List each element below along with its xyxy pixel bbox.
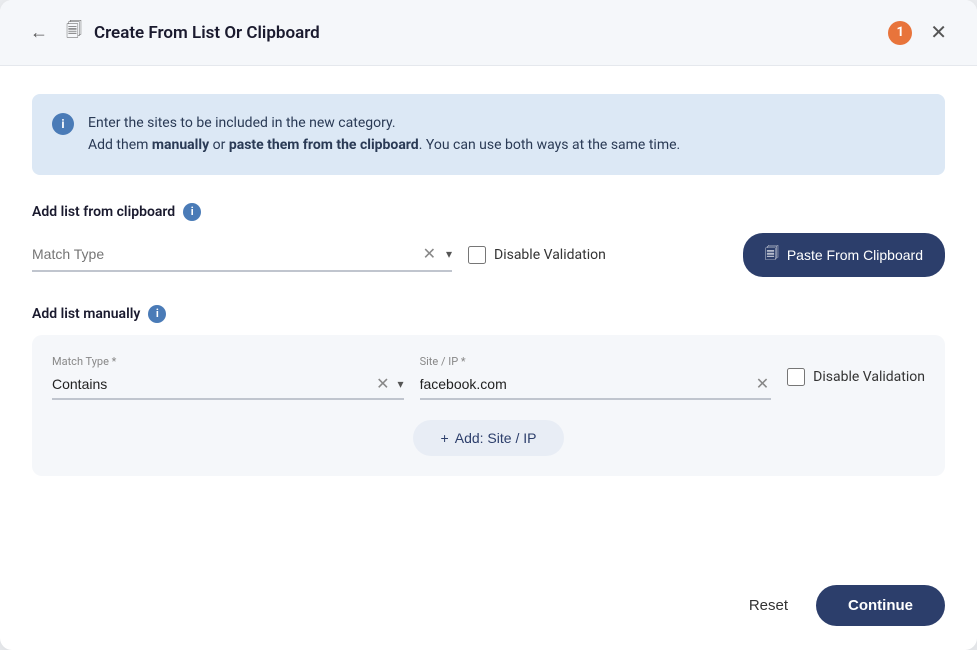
info-line2-suffix: . You can use both ways at the same time… xyxy=(419,137,681,153)
info-text: Enter the sites to be included in the ne… xyxy=(88,112,680,157)
match-type-clear-button[interactable]: ✕ xyxy=(421,244,438,264)
manual-row: Match Type * ✕ ▾ Site / IP * ✕ xyxy=(52,355,925,400)
disable-validation-label: Disable Validation xyxy=(494,247,606,263)
manual-site-ip-input[interactable] xyxy=(420,376,748,392)
info-banner: i Enter the sites to be included in the … xyxy=(32,94,945,175)
dialog-footer: Reset Continue xyxy=(0,569,977,650)
info-bold-paste: paste them from the clipboard xyxy=(229,137,419,153)
manual-section-label: Add list manually xyxy=(32,306,140,322)
manual-disable-validation-label: Disable Validation xyxy=(813,369,925,385)
paste-from-clipboard-button[interactable]: 🗐 Paste From Clipboard xyxy=(743,233,945,277)
paste-icon: 🗐 xyxy=(765,243,779,267)
match-type-input[interactable] xyxy=(32,246,413,262)
reset-button[interactable]: Reset xyxy=(737,589,800,622)
manual-match-type-label: Match Type * xyxy=(52,355,404,368)
add-site-ip-button[interactable]: + Add: Site / IP xyxy=(413,420,565,456)
manual-match-type-input[interactable] xyxy=(52,376,368,392)
manual-site-ip-input-wrap: ✕ xyxy=(420,370,772,400)
manual-section: Add list manually i Match Type * ✕ ▾ xyxy=(32,305,945,476)
dialog-title: Create From List Or Clipboard xyxy=(94,23,876,43)
match-type-dropdown-button[interactable]: ▾ xyxy=(446,247,452,261)
dialog-body: i Enter the sites to be included in the … xyxy=(0,66,977,569)
manual-section-box: Match Type * ✕ ▾ Site / IP * ✕ xyxy=(32,335,945,476)
manual-match-type-dropdown-button[interactable]: ▾ xyxy=(398,377,404,391)
continue-button[interactable]: Continue xyxy=(816,585,945,626)
notification-badge: 1 xyxy=(888,21,912,45)
add-btn-label: Add: Site / IP xyxy=(455,430,537,446)
clipboard-section: Add list from clipboard i ✕ ▾ Disable Va… xyxy=(32,203,945,277)
info-bold-manually: manually xyxy=(152,137,209,153)
copy-icon: 🗐 xyxy=(66,19,82,46)
manual-match-type-group: Match Type * ✕ ▾ xyxy=(52,355,404,400)
clipboard-info-icon: i xyxy=(183,203,201,221)
info-line2-mid: or xyxy=(209,137,229,153)
info-line2-prefix: Add them xyxy=(88,137,152,153)
info-line1: Enter the sites to be included in the ne… xyxy=(88,112,680,134)
match-type-select[interactable]: ✕ ▾ xyxy=(32,238,452,272)
paste-btn-label: Paste From Clipboard xyxy=(787,247,923,263)
clipboard-section-header: Add list from clipboard i xyxy=(32,203,945,221)
disable-validation-checkbox[interactable] xyxy=(468,246,486,264)
manual-site-ip-label: Site / IP * xyxy=(420,355,772,368)
add-icon: + xyxy=(441,430,449,446)
dialog: ← 🗐 Create From List Or Clipboard 1 ✕ i … xyxy=(0,0,977,650)
manual-match-type-input-wrap: ✕ ▾ xyxy=(52,370,404,400)
info-icon: i xyxy=(52,113,74,135)
info-line2: Add them manually or paste them from the… xyxy=(88,134,680,156)
clipboard-section-label: Add list from clipboard xyxy=(32,204,175,220)
manual-section-header: Add list manually i xyxy=(32,305,945,323)
dialog-header: ← 🗐 Create From List Or Clipboard 1 ✕ xyxy=(0,0,977,66)
clipboard-row: ✕ ▾ Disable Validation 🗐 Paste From Clip… xyxy=(32,233,945,277)
manual-disable-validation-checkbox-label[interactable]: Disable Validation xyxy=(787,368,925,386)
manual-site-ip-group: Site / IP * ✕ xyxy=(420,355,772,400)
manual-info-icon: i xyxy=(148,305,166,323)
disable-validation-checkbox-label[interactable]: Disable Validation xyxy=(468,246,606,264)
manual-site-ip-clear-button[interactable]: ✕ xyxy=(754,374,771,394)
manual-disable-validation-checkbox[interactable] xyxy=(787,368,805,386)
manual-match-type-clear-button[interactable]: ✕ xyxy=(374,374,391,394)
back-button[interactable]: ← xyxy=(24,20,54,45)
close-button[interactable]: ✕ xyxy=(924,18,953,47)
